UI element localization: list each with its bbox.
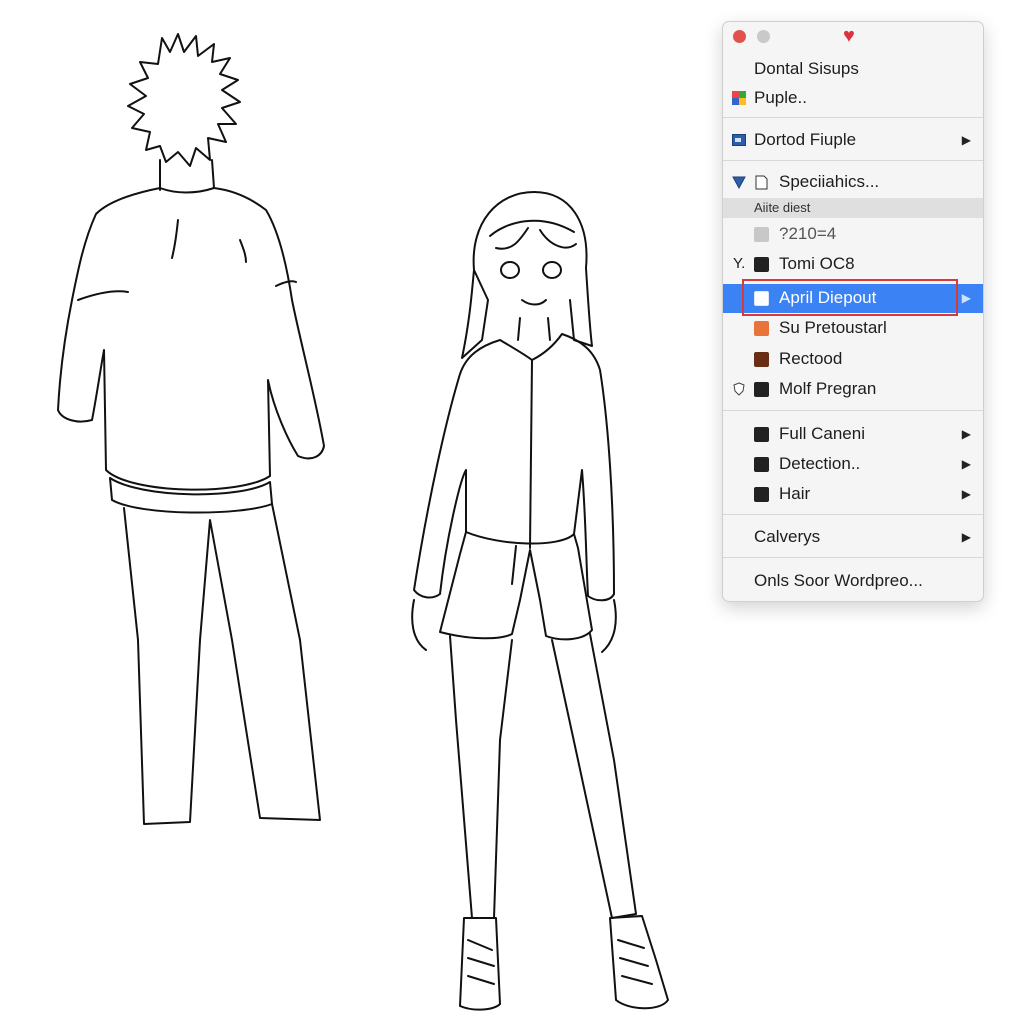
orange-swatch-icon [754,321,769,336]
menu-item-dontal-sisups[interactable]: Dontal Sisups [723,55,983,83]
menu-item-label: Dontal Sisups [754,59,859,78]
annotation-outline [742,279,958,316]
folder-icon [754,427,769,442]
menu-item-label: Hair [779,484,811,503]
menu-item-rectood[interactable]: Rectood [723,345,983,373]
black-swatch-icon [754,382,769,397]
menu-item-detection[interactable]: Detection.. ▶ [723,450,983,478]
menu-item-label: Puple.. [754,88,807,107]
section-header: Aiite diest [723,198,983,218]
boy-figure-back-view [57,33,325,825]
menu-item-full-caneni[interactable]: Full Caneni ▶ [723,420,983,448]
menu-item-label: Onls Soor Wordpreo... [754,571,923,590]
menu-item-hair[interactable]: Hair ▶ [723,480,983,508]
submenu-arrow-icon: ▶ [961,457,971,471]
submenu-arrow-icon: ▶ [961,530,971,544]
document-icon [755,175,768,190]
submenu-arrow-icon: ▶ [961,487,971,501]
menu-item-su-pretoustarl[interactable]: Su Pretoustarl [723,314,983,342]
menu-item-label: ?210=4 [779,224,837,243]
menu-item-code[interactable]: ?210=4 [723,220,983,248]
submenu-arrow-icon: ▶ [961,427,971,441]
submenu-arrow-icon: ▶ [961,133,971,147]
shield-icon [733,382,745,396]
menu-item-label: Tomi OC8 [779,254,855,273]
minimize-button[interactable] [757,30,770,43]
menu-item-tomi-oc8[interactable]: Y. Tomi OC8 [723,250,983,278]
girl-figure-front-view [411,191,669,1011]
menu-item-label: Calverys [754,527,821,546]
menu-item-molf-pregran[interactable]: Molf Pregran [723,375,983,403]
menu-item-label: Full Caneni [779,424,865,443]
menu-item-label: Molf Pregran [779,379,877,398]
menu-separator [723,557,983,558]
menu-item-label: Speciiahics... [779,172,880,191]
menu-separator [723,117,983,118]
menu-item-label: Rectood [779,349,843,368]
folder-icon [754,487,769,502]
close-button[interactable] [733,30,746,43]
menu-item-onls-soor-wordpreo[interactable]: Onls Soor Wordpreo... [723,567,983,595]
menu-item-puple[interactable]: Puple.. [723,84,983,112]
menu-titlebar: ♥ [723,22,983,50]
context-menu: ♥ Dontal Sisups Puple.. Dortod Fiuple ▶ … [722,21,984,602]
menu-item-prefix: Y. [733,255,746,272]
menu-item-dortod-fiuple[interactable]: Dortod Fiuple ▶ [723,126,983,154]
menu-separator [723,410,983,411]
menu-item-label: Dortod Fiuple [754,130,857,149]
heart-icon: ♥ [843,25,855,47]
black-swatch-icon [754,257,769,272]
menu-separator [723,514,983,515]
color-palette-icon [732,91,746,105]
filter-triangle-icon [732,176,746,189]
menu-item-calverys[interactable]: Calverys ▶ [723,523,983,551]
menu-separator [723,160,983,161]
section-header-label: Aiite diest [754,200,811,215]
menu-item-label: Su Pretoustarl [779,318,887,337]
grey-swatch-icon [754,227,769,242]
window-icon [732,134,746,146]
submenu-arrow-icon: ▶ [961,291,971,305]
brown-swatch-icon [754,352,769,367]
menu-item-speciiahics[interactable]: Speciiahics... [723,168,983,196]
folder-icon [754,457,769,472]
menu-item-label: Detection.. [779,454,861,473]
